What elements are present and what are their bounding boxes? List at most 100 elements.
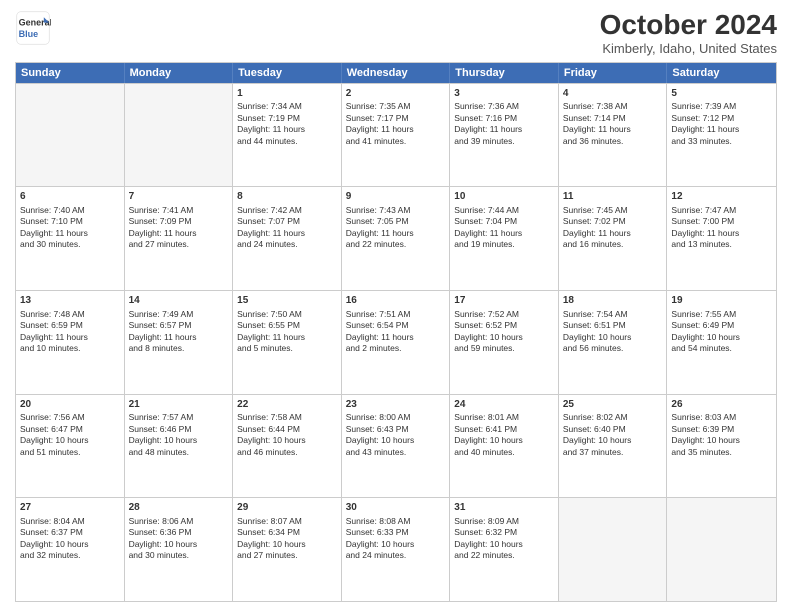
daylight-line2: and 43 minutes. <box>346 447 446 458</box>
sunrise-line: Sunrise: 7:40 AM <box>20 205 120 216</box>
title-block: October 2024 Kimberly, Idaho, United Sta… <box>600 10 777 56</box>
sunrise-line: Sunrise: 7:52 AM <box>454 309 554 320</box>
svg-text:Blue: Blue <box>19 29 39 39</box>
daylight-line1: Daylight: 10 hours <box>129 435 229 446</box>
sunrise-line: Sunrise: 7:58 AM <box>237 412 337 423</box>
day-number: 26 <box>671 398 772 412</box>
cal-cell: 26Sunrise: 8:03 AMSunset: 6:39 PMDayligh… <box>667 395 776 498</box>
sunset-line: Sunset: 7:04 PM <box>454 216 554 227</box>
header: General Blue October 2024 Kimberly, Idah… <box>15 10 777 56</box>
cal-cell <box>559 498 668 601</box>
sunset-line: Sunset: 6:40 PM <box>563 424 663 435</box>
sunrise-line: Sunrise: 7:56 AM <box>20 412 120 423</box>
daylight-line1: Daylight: 11 hours <box>454 228 554 239</box>
daylight-line2: and 27 minutes. <box>237 550 337 561</box>
header-thursday: Thursday <box>450 63 559 83</box>
daylight-line1: Daylight: 11 hours <box>346 124 446 135</box>
sunrise-line: Sunrise: 8:03 AM <box>671 412 772 423</box>
cal-cell: 4Sunrise: 7:38 AMSunset: 7:14 PMDaylight… <box>559 84 668 187</box>
day-number: 11 <box>563 190 663 204</box>
daylight-line2: and 10 minutes. <box>20 343 120 354</box>
day-number: 1 <box>237 87 337 101</box>
sunset-line: Sunset: 6:47 PM <box>20 424 120 435</box>
day-number: 16 <box>346 294 446 308</box>
sunrise-line: Sunrise: 7:50 AM <box>237 309 337 320</box>
daylight-line1: Daylight: 11 hours <box>20 228 120 239</box>
cal-row-5: 27Sunrise: 8:04 AMSunset: 6:37 PMDayligh… <box>16 497 776 601</box>
sunrise-line: Sunrise: 7:45 AM <box>563 205 663 216</box>
cal-cell: 28Sunrise: 8:06 AMSunset: 6:36 PMDayligh… <box>125 498 234 601</box>
daylight-line2: and 46 minutes. <box>237 447 337 458</box>
sunset-line: Sunset: 7:16 PM <box>454 113 554 124</box>
sunset-line: Sunset: 7:19 PM <box>237 113 337 124</box>
sunrise-line: Sunrise: 7:36 AM <box>454 101 554 112</box>
daylight-line2: and 24 minutes. <box>346 550 446 561</box>
daylight-line2: and 19 minutes. <box>454 239 554 250</box>
cal-cell: 17Sunrise: 7:52 AMSunset: 6:52 PMDayligh… <box>450 291 559 394</box>
sunrise-line: Sunrise: 7:49 AM <box>129 309 229 320</box>
cal-row-3: 13Sunrise: 7:48 AMSunset: 6:59 PMDayligh… <box>16 290 776 394</box>
daylight-line2: and 30 minutes. <box>129 550 229 561</box>
daylight-line1: Daylight: 11 hours <box>563 124 663 135</box>
sunset-line: Sunset: 6:57 PM <box>129 320 229 331</box>
cal-cell: 1Sunrise: 7:34 AMSunset: 7:19 PMDaylight… <box>233 84 342 187</box>
daylight-line1: Daylight: 10 hours <box>20 539 120 550</box>
cal-cell: 13Sunrise: 7:48 AMSunset: 6:59 PMDayligh… <box>16 291 125 394</box>
cal-cell: 31Sunrise: 8:09 AMSunset: 6:32 PMDayligh… <box>450 498 559 601</box>
daylight-line1: Daylight: 11 hours <box>237 124 337 135</box>
cal-cell: 6Sunrise: 7:40 AMSunset: 7:10 PMDaylight… <box>16 187 125 290</box>
daylight-line2: and 22 minutes. <box>346 239 446 250</box>
cal-cell <box>125 84 234 187</box>
daylight-line1: Daylight: 10 hours <box>454 435 554 446</box>
day-number: 9 <box>346 190 446 204</box>
sunset-line: Sunset: 6:36 PM <box>129 527 229 538</box>
cal-cell: 2Sunrise: 7:35 AMSunset: 7:17 PMDaylight… <box>342 84 451 187</box>
day-number: 4 <box>563 87 663 101</box>
day-number: 22 <box>237 398 337 412</box>
sunrise-line: Sunrise: 7:35 AM <box>346 101 446 112</box>
header-friday: Friday <box>559 63 668 83</box>
daylight-line2: and 37 minutes. <box>563 447 663 458</box>
sunset-line: Sunset: 7:12 PM <box>671 113 772 124</box>
daylight-line1: Daylight: 11 hours <box>346 332 446 343</box>
daylight-line1: Daylight: 11 hours <box>237 228 337 239</box>
sunset-line: Sunset: 6:46 PM <box>129 424 229 435</box>
header-sunday: Sunday <box>16 63 125 83</box>
cal-cell <box>667 498 776 601</box>
cal-cell: 25Sunrise: 8:02 AMSunset: 6:40 PMDayligh… <box>559 395 668 498</box>
daylight-line1: Daylight: 10 hours <box>237 539 337 550</box>
cal-cell: 16Sunrise: 7:51 AMSunset: 6:54 PMDayligh… <box>342 291 451 394</box>
daylight-line1: Daylight: 10 hours <box>563 435 663 446</box>
sunset-line: Sunset: 7:02 PM <box>563 216 663 227</box>
daylight-line2: and 2 minutes. <box>346 343 446 354</box>
sunset-line: Sunset: 6:34 PM <box>237 527 337 538</box>
day-number: 28 <box>129 501 229 515</box>
sunrise-line: Sunrise: 7:41 AM <box>129 205 229 216</box>
daylight-line1: Daylight: 11 hours <box>129 332 229 343</box>
sunset-line: Sunset: 7:07 PM <box>237 216 337 227</box>
sunrise-line: Sunrise: 7:57 AM <box>129 412 229 423</box>
sunset-line: Sunset: 7:09 PM <box>129 216 229 227</box>
cal-cell: 5Sunrise: 7:39 AMSunset: 7:12 PMDaylight… <box>667 84 776 187</box>
page: General Blue October 2024 Kimberly, Idah… <box>0 0 792 612</box>
day-number: 31 <box>454 501 554 515</box>
day-number: 24 <box>454 398 554 412</box>
daylight-line2: and 24 minutes. <box>237 239 337 250</box>
cal-cell: 18Sunrise: 7:54 AMSunset: 6:51 PMDayligh… <box>559 291 668 394</box>
daylight-line2: and 8 minutes. <box>129 343 229 354</box>
cal-cell: 7Sunrise: 7:41 AMSunset: 7:09 PMDaylight… <box>125 187 234 290</box>
daylight-line2: and 16 minutes. <box>563 239 663 250</box>
cal-cell: 20Sunrise: 7:56 AMSunset: 6:47 PMDayligh… <box>16 395 125 498</box>
header-monday: Monday <box>125 63 234 83</box>
day-number: 25 <box>563 398 663 412</box>
sunrise-line: Sunrise: 7:44 AM <box>454 205 554 216</box>
sunset-line: Sunset: 6:32 PM <box>454 527 554 538</box>
cal-cell: 3Sunrise: 7:36 AMSunset: 7:16 PMDaylight… <box>450 84 559 187</box>
daylight-line2: and 32 minutes. <box>20 550 120 561</box>
daylight-line2: and 48 minutes. <box>129 447 229 458</box>
sunset-line: Sunset: 6:52 PM <box>454 320 554 331</box>
cal-cell: 22Sunrise: 7:58 AMSunset: 6:44 PMDayligh… <box>233 395 342 498</box>
daylight-line2: and 41 minutes. <box>346 136 446 147</box>
cal-row-1: 1Sunrise: 7:34 AMSunset: 7:19 PMDaylight… <box>16 83 776 187</box>
cal-cell: 19Sunrise: 7:55 AMSunset: 6:49 PMDayligh… <box>667 291 776 394</box>
